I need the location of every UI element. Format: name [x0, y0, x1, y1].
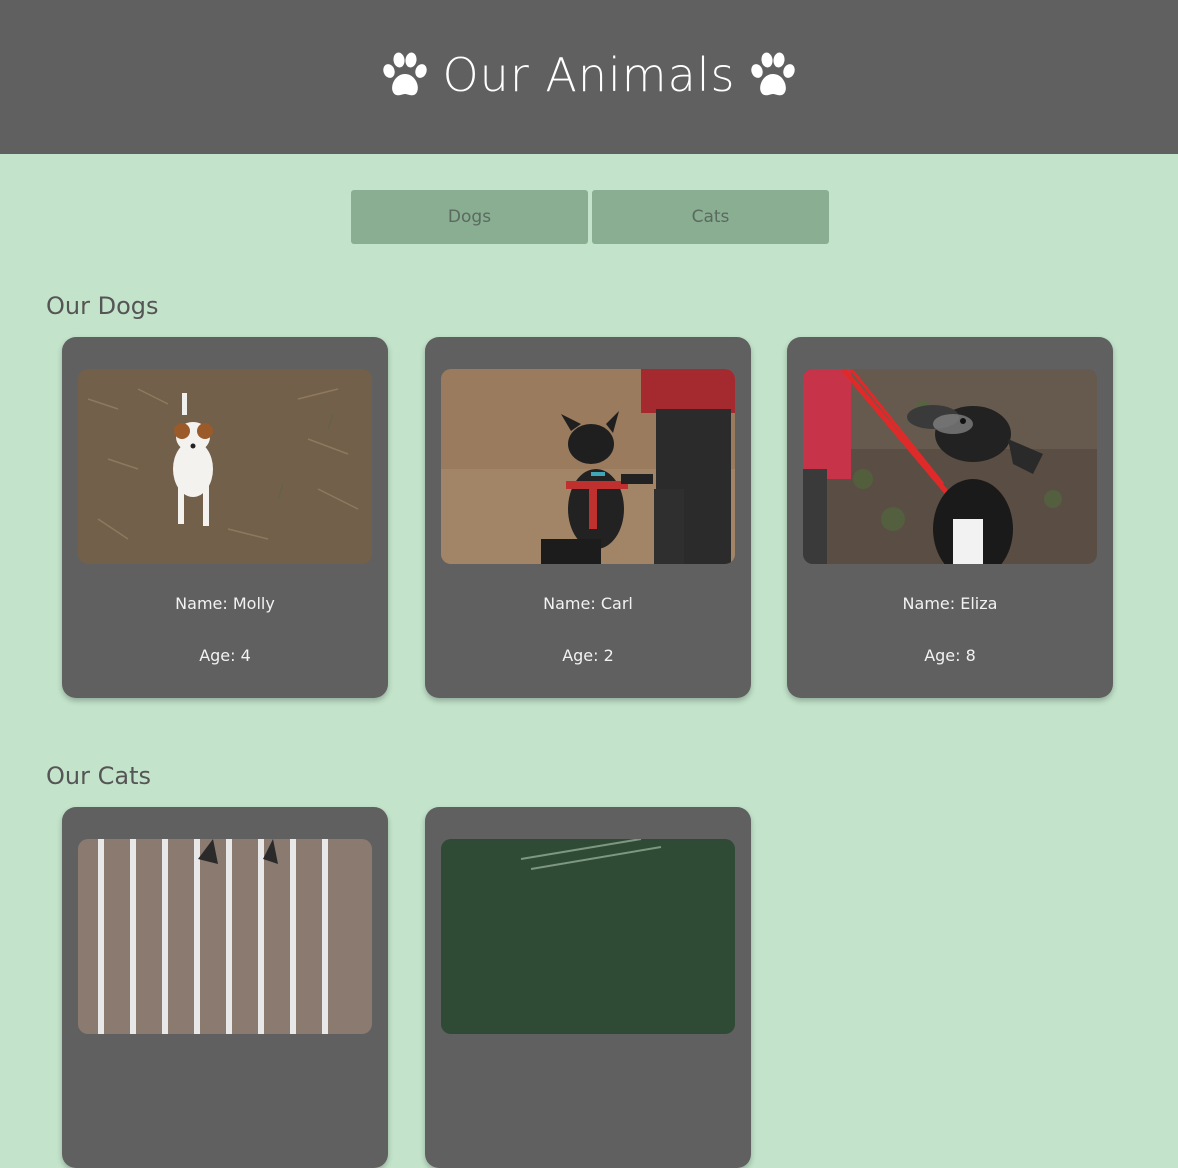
paw-icon: [748, 52, 798, 98]
dog-card-carl[interactable]: Name: Carl Age: 2: [425, 337, 751, 698]
dog-photo: [441, 369, 735, 564]
dog-name: Name: Carl: [543, 594, 633, 613]
dog-card-eliza[interactable]: Name: Eliza Age: 8: [787, 337, 1113, 698]
dog-name: Name: Eliza: [902, 594, 998, 613]
tab-dogs[interactable]: Dogs: [351, 190, 588, 244]
page-title: Our Animals: [442, 48, 736, 102]
cat-card[interactable]: [62, 807, 388, 1168]
dog-card-molly[interactable]: Name: Molly Age: 4: [62, 337, 388, 698]
dog-photo: [803, 369, 1097, 564]
dog-age: Age: 8: [924, 646, 976, 665]
dog-age: Age: 2: [562, 646, 614, 665]
cat-photo: [441, 839, 735, 1034]
dogs-section-title: Our Dogs: [46, 292, 159, 320]
cat-card[interactable]: [425, 807, 751, 1168]
dog-photo: [78, 369, 372, 564]
cats-section-title: Our Cats: [46, 762, 151, 790]
paw-icon: [380, 52, 430, 98]
cat-photo: [78, 839, 372, 1034]
dog-name: Name: Molly: [175, 594, 275, 613]
tab-cats[interactable]: Cats: [592, 190, 829, 244]
page-header: Our Animals: [0, 0, 1178, 154]
animal-tabs: Dogs Cats: [351, 190, 829, 244]
dog-age: Age: 4: [199, 646, 251, 665]
